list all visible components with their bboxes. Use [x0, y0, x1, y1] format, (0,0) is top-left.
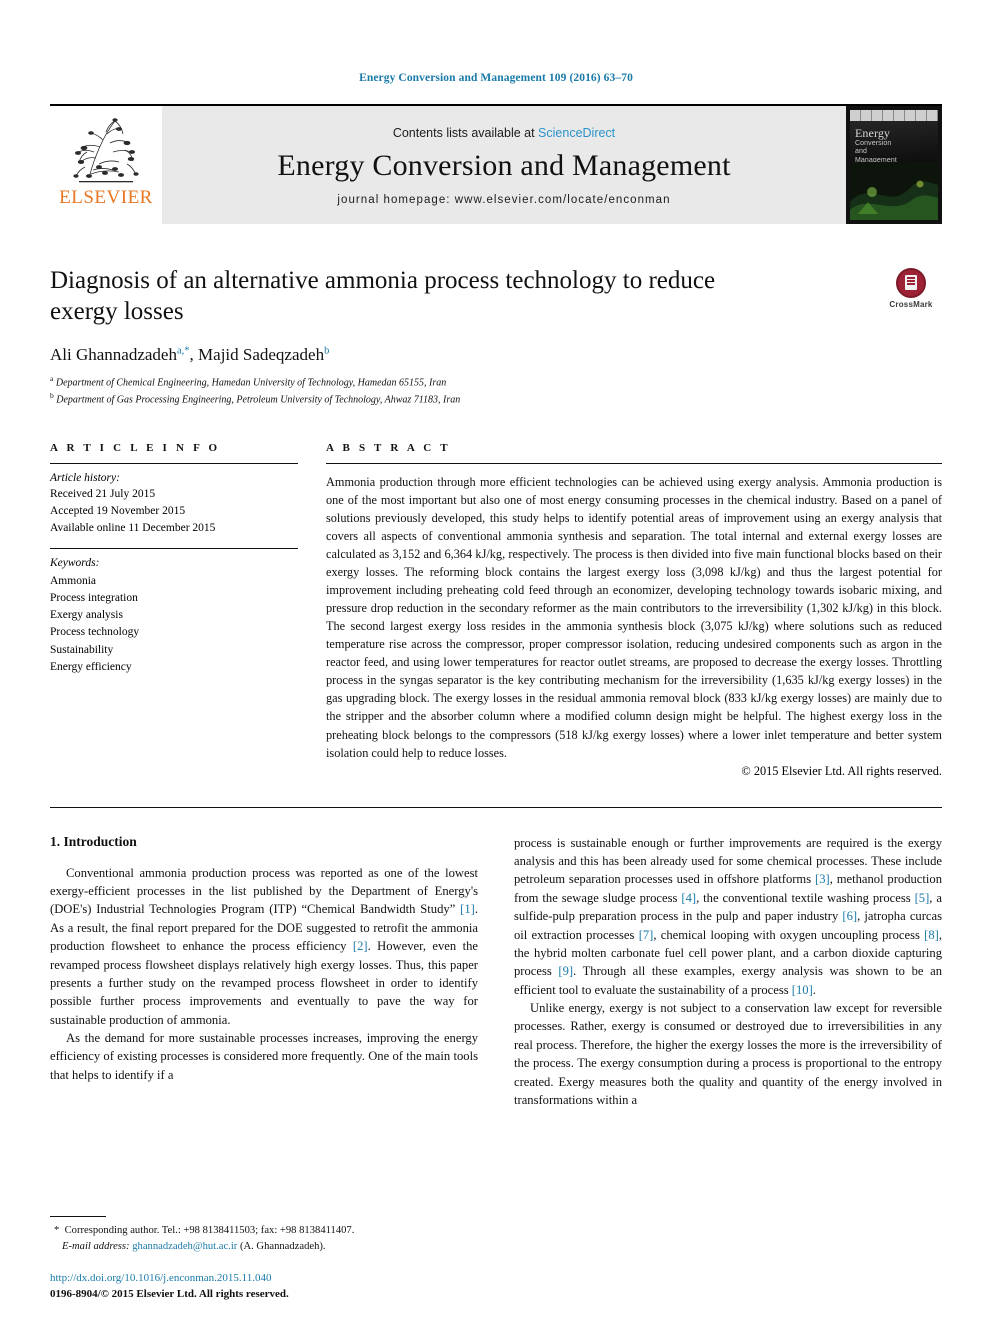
abstract-copyright: © 2015 Elsevier Ltd. All rights reserved… — [741, 763, 942, 778]
journal-homepage-link[interactable]: journal homepage: www.elsevier.com/locat… — [162, 194, 846, 206]
author-1-affiliation-marker[interactable]: a,* — [177, 345, 190, 356]
keyword-item: Process technology — [50, 626, 140, 639]
corr-marker: * — [54, 1225, 60, 1237]
citation-ref-10[interactable]: [10] — [792, 983, 813, 997]
footer-block: * Corresponding author. Tel.: +98 813841… — [50, 1216, 472, 1303]
info-abstract-section: A R T I C L E I N F O Article history: R… — [50, 442, 942, 779]
author-2-affiliation-marker[interactable]: b — [324, 345, 329, 356]
history-online: Available online 11 December 2015 — [50, 521, 216, 534]
history-received: Received 21 July 2015 — [50, 488, 156, 501]
page-title: Diagnosis of an alternative ammonia proc… — [50, 267, 716, 325]
crossmark-label: CrossMark — [889, 300, 933, 309]
intro-p1-part-a: Conventional ammonia production process … — [50, 865, 478, 917]
body-divider — [50, 806, 942, 808]
email-line: E-mail address: ghannadzadeh@hut.ac.ir (… — [50, 1239, 472, 1255]
corresponding-author-note: * Corresponding author. Tel.: +98 813841… — [50, 1223, 472, 1255]
citation-ref-7[interactable]: [7] — [639, 928, 654, 942]
intro-paragraph-4: Unlike energy, exergy is not subject to … — [514, 1001, 942, 1107]
body-column-right: process is sustainable enough or further… — [514, 834, 942, 1110]
journal-banner: ELSEVIER Contents lists available at Sci… — [50, 104, 942, 224]
elsevier-tree-icon — [73, 118, 139, 183]
intro-paragraph-3: process is sustainable enough or further… — [514, 834, 942, 999]
sciencedirect-link[interactable]: ScienceDirect — [538, 126, 615, 140]
citation-ref-4[interactable]: [4] — [681, 891, 696, 905]
author-2: Majid Sadeqzadeh — [198, 345, 325, 364]
citation-ref-5[interactable]: [5] — [915, 891, 930, 905]
abstract-heading: A B S T R A C T — [326, 441, 451, 454]
keyword-item: Energy efficiency — [50, 660, 132, 673]
article-info-heading: A R T I C L E I N F O — [50, 441, 221, 454]
citation-ref-3[interactable]: [3] — [815, 872, 830, 886]
article-history: Article history: Received 21 July 2015 A… — [50, 464, 298, 549]
author-list: Ali Ghannadzadeha,*, Majid Sadeqzadehb — [50, 345, 942, 365]
article-history-label: Article history: — [50, 471, 120, 484]
abstract-text: Ammonia production through more efficien… — [326, 474, 942, 760]
intro-paragraph-2: As the demand for more sustainable proce… — [50, 1031, 478, 1082]
elsevier-logo: ELSEVIER — [50, 106, 162, 224]
banner-center: Contents lists available at ScienceDirec… — [162, 106, 846, 224]
abstract-column: A B S T R A C T Ammonia production throu… — [326, 442, 942, 779]
footnote-rule — [50, 1216, 106, 1218]
affiliation-a: a Department of Chemical Engineering, Ha… — [50, 374, 942, 391]
elsevier-wordmark: ELSEVIER — [59, 187, 153, 208]
journal-title: Energy Conversion and Management — [277, 149, 731, 182]
running-head: Energy Conversion and Management 109 (20… — [359, 72, 633, 84]
intro-p3-part-h: . Through all these examples, exergy ana… — [514, 964, 942, 997]
email-link[interactable]: ghannadzadeh@hut.ac.ir — [132, 1241, 237, 1252]
citation-ref-1[interactable]: [1] — [460, 902, 475, 916]
email-suffix: (A. Ghannadzadeh). — [237, 1241, 326, 1253]
affiliation-a-marker: a — [50, 374, 54, 383]
history-accepted: Accepted 19 November 2015 — [50, 505, 186, 517]
crossmark-badge[interactable]: CrossMark — [880, 268, 942, 314]
section-heading-introduction: 1. Introduction — [50, 833, 137, 849]
keywords-label: Keywords: — [50, 557, 100, 570]
intro-p3-part-i: . — [812, 982, 816, 997]
corr-author-line: * Corresponding author. Tel.: +98 813841… — [50, 1223, 472, 1239]
citation-ref-8[interactable]: [8] — [924, 928, 939, 942]
doi-block: http://dx.doi.org/10.1016/j.enconman.201… — [50, 1271, 472, 1303]
article-info-column: A R T I C L E I N F O Article history: R… — [50, 442, 298, 779]
author-1: Ali Ghannadzadeh — [50, 345, 177, 364]
intro-paragraph-1: Conventional ammonia production process … — [50, 864, 478, 1029]
author-separator: , — [189, 345, 199, 364]
corr-text: Corresponding author. Tel.: +98 81384115… — [64, 1225, 355, 1237]
body-columns: 1. Introduction Conventional ammonia pro… — [50, 834, 942, 1110]
citation-ref-6[interactable]: [6] — [842, 909, 857, 923]
cover-title-3: and — [855, 148, 867, 156]
intro-p3-part-f: , chemical looping with oxygen uncouplin… — [653, 927, 925, 942]
body-column-left: 1. Introduction Conventional ammonia pro… — [50, 834, 478, 1110]
cover-artwork — [850, 162, 938, 220]
keywords-block: Keywords: Ammonia Process integration Ex… — [50, 549, 298, 676]
doi-link[interactable]: http://dx.doi.org/10.1016/j.enconman.201… — [50, 1271, 472, 1287]
title-block: Diagnosis of an alternative ammonia proc… — [50, 266, 942, 408]
citation-ref-2[interactable]: [2] — [353, 939, 368, 953]
email-label: E-mail address: — [62, 1241, 130, 1253]
affiliation-b-marker: b — [50, 390, 54, 400]
affiliations: a Department of Chemical Engineering, Ha… — [50, 374, 942, 408]
contents-available-line: Contents lists available at ScienceDirec… — [162, 126, 846, 140]
issn-copyright: 0196-8904/© 2015 Elsevier Ltd. All right… — [50, 1288, 289, 1301]
paper-page: Energy Conversion and Management 109 (20… — [0, 0, 992, 1323]
citation-ref-9[interactable]: [9] — [558, 964, 573, 978]
affiliation-b: b Department of Gas Processing Engineeri… — [50, 391, 942, 408]
intro-p3-part-c: , the conventional textile washing proce… — [696, 890, 915, 905]
cover-title-1: Energy — [855, 126, 891, 140]
journal-cover-thumbnail: Energy Conversion and Management — [846, 106, 942, 224]
affiliation-a-text: Department of Chemical Engineering, Hame… — [55, 377, 447, 389]
keyword-item: Exergy analysis — [50, 609, 123, 622]
keyword-item: Sustainability — [50, 643, 114, 656]
cover-title-2: Conversion — [855, 139, 892, 147]
keyword-item: Ammonia — [50, 574, 96, 587]
keyword-item: Process integration — [50, 591, 138, 604]
crossmark-icon — [896, 268, 926, 298]
contents-prefix: Contents lists available at — [392, 126, 539, 140]
affiliation-b-text: Department of Gas Processing Engineering… — [56, 394, 461, 406]
